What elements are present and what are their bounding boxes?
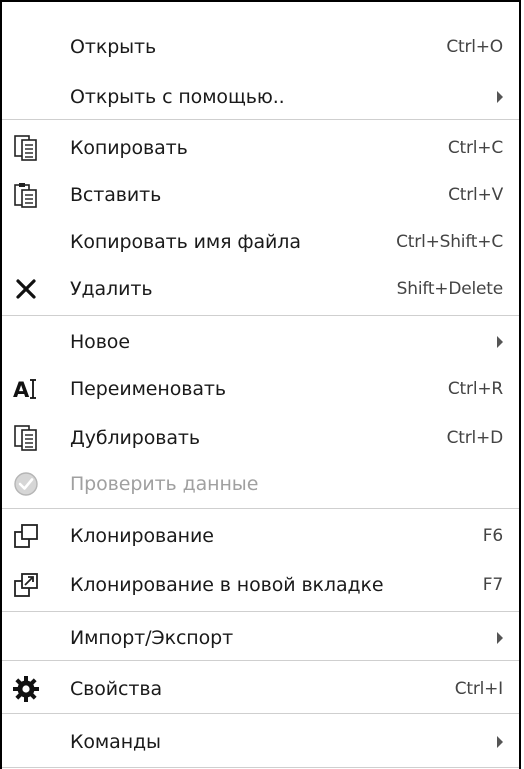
menu-item-open[interactable]: Открыть Ctrl+O xyxy=(2,21,519,73)
menu-item-clone-new-tab[interactable]: Клонирование в новой вкладке F7 xyxy=(2,559,519,611)
menu-item-import-export[interactable]: Импорт/Экспорт xyxy=(2,612,519,664)
menu-item-delete[interactable]: Удалить Shift+Delete xyxy=(2,263,519,315)
menu-item-label: Клонирование xyxy=(70,525,214,547)
submenu-arrow-icon xyxy=(497,736,503,748)
submenu-arrow-icon xyxy=(497,632,503,644)
delete-icon xyxy=(16,279,36,299)
menu-item-shortcut: Ctrl+C xyxy=(447,138,503,158)
paste-icon xyxy=(14,183,37,208)
menu-item-shortcut: Ctrl+R xyxy=(447,379,503,399)
menu-item-shortcut: Ctrl+O xyxy=(446,37,503,57)
menu-item-label: Дублировать xyxy=(70,427,200,449)
menu-item-verify-data: Проверить данные xyxy=(2,458,519,510)
menu-item-label: Проверить данные xyxy=(70,473,259,495)
menu-item-label: Копировать xyxy=(70,137,188,159)
rename-icon: A xyxy=(13,378,36,402)
menu-item-label: Удалить xyxy=(70,278,153,300)
check-icon xyxy=(14,472,38,496)
submenu-arrow-icon xyxy=(497,91,503,103)
copy-icon xyxy=(14,135,37,161)
context-menu: Открыть Ctrl+O Открыть с помощью.. Копир… xyxy=(0,0,521,769)
menu-item-shortcut: Ctrl+V xyxy=(448,185,503,205)
menu-item-open-with[interactable]: Открыть с помощью.. xyxy=(2,71,519,123)
menu-item-copy[interactable]: Копировать Ctrl+C xyxy=(2,122,519,174)
menu-separator xyxy=(2,119,519,120)
menu-item-commands[interactable]: Команды xyxy=(2,716,519,768)
duplicate-icon xyxy=(14,425,37,451)
menu-item-label: Переименовать xyxy=(70,378,226,400)
menu-separator xyxy=(2,767,519,768)
menu-item-label: Открыть с помощью.. xyxy=(70,86,285,108)
menu-item-label: Импорт/Экспорт xyxy=(70,627,234,649)
gear-icon xyxy=(13,676,39,702)
menu-separator xyxy=(2,713,519,714)
menu-item-label: Открыть xyxy=(70,36,157,58)
clone-new-tab-icon xyxy=(14,573,38,597)
menu-item-rename[interactable]: A Переименовать Ctrl+R xyxy=(2,363,519,415)
menu-separator xyxy=(2,660,519,661)
svg-text:A: A xyxy=(13,378,30,402)
menu-item-properties[interactable]: Свойства Ctrl+I xyxy=(2,663,519,715)
menu-item-shortcut: F6 xyxy=(482,526,503,546)
menu-item-paste[interactable]: Вставить Ctrl+V xyxy=(2,169,519,221)
submenu-arrow-icon xyxy=(497,336,503,348)
menu-item-shortcut: Ctrl+D xyxy=(446,428,504,448)
menu-item-label: Копировать имя файла xyxy=(70,231,301,253)
clone-icon xyxy=(14,524,38,548)
menu-item-duplicate[interactable]: Дублировать Ctrl+D xyxy=(2,412,519,464)
menu-item-clone[interactable]: Клонирование F6 xyxy=(2,510,519,562)
menu-item-label: Команды xyxy=(70,731,161,753)
menu-item-shortcut: F7 xyxy=(482,575,503,595)
menu-item-label: Новое xyxy=(70,331,130,353)
menu-separator xyxy=(2,508,519,509)
menu-item-shortcut: Shift+Delete xyxy=(396,279,504,299)
menu-item-shortcut: Ctrl+Shift+C xyxy=(396,232,503,252)
menu-item-label: Свойства xyxy=(70,678,162,700)
menu-item-shortcut: Ctrl+I xyxy=(454,679,504,699)
menu-item-label: Вставить xyxy=(70,184,162,206)
menu-item-new[interactable]: Новое xyxy=(2,316,519,368)
menu-item-label: Клонирование в новой вкладке xyxy=(70,574,384,596)
menu-item-copy-filename[interactable]: Копировать имя файла Ctrl+Shift+C xyxy=(2,216,519,268)
